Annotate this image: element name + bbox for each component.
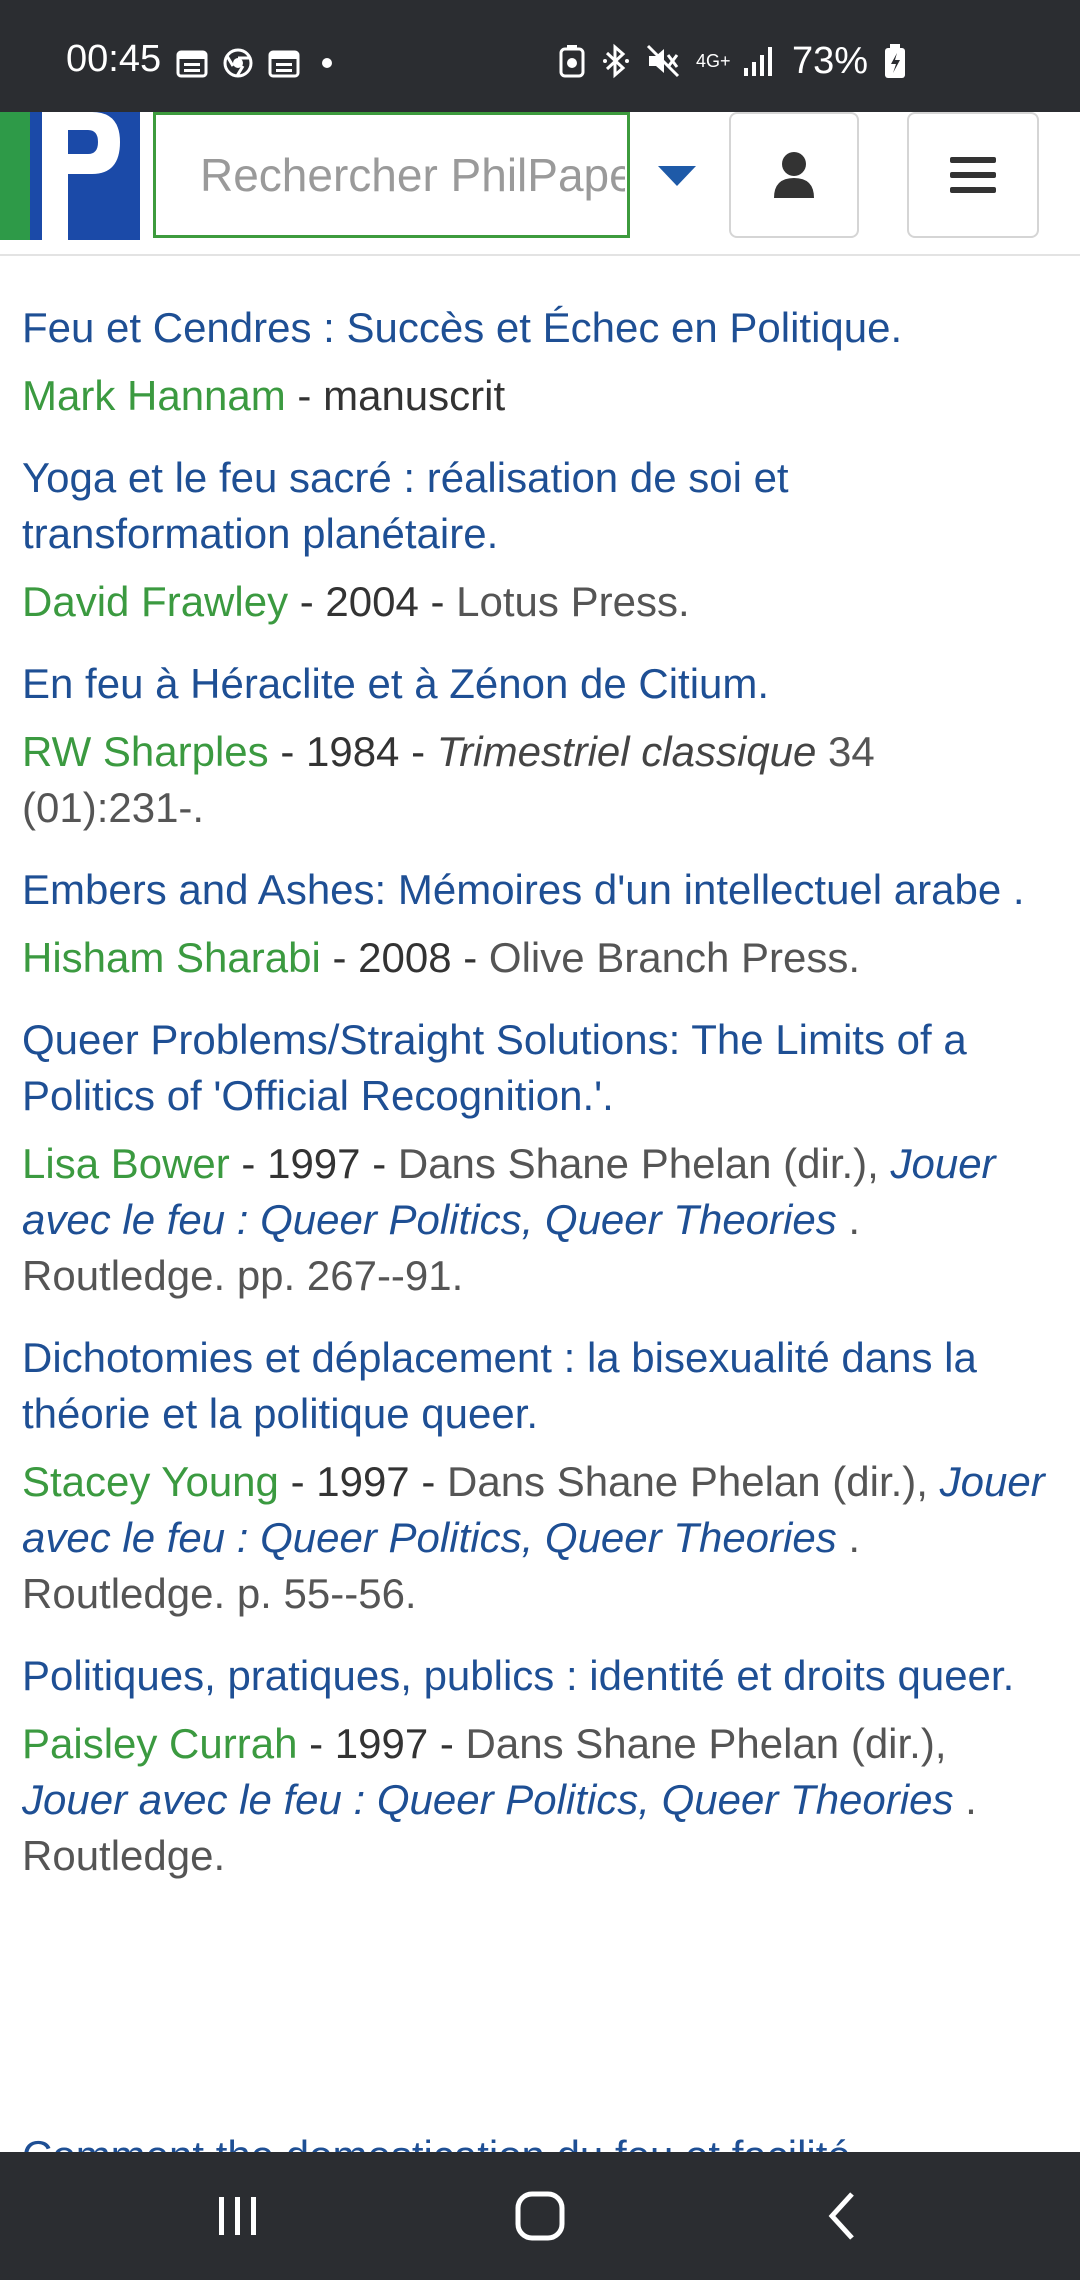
separator: - bbox=[409, 1458, 447, 1505]
result-year: 1997 bbox=[334, 1720, 429, 1767]
result-details: manuscrit bbox=[323, 372, 506, 419]
search-input[interactable] bbox=[198, 147, 627, 203]
notification-dot bbox=[322, 58, 332, 68]
site-header bbox=[0, 112, 1080, 256]
author-link[interactable]: Stacey Young bbox=[22, 1458, 279, 1505]
system-icons: 4G+ 73% bbox=[558, 42, 906, 80]
search-options-dropdown-icon[interactable] bbox=[650, 154, 704, 194]
separator: - bbox=[451, 934, 489, 981]
back-icon bbox=[828, 2192, 854, 2240]
bluetooth-icon bbox=[602, 43, 629, 79]
result-title-link[interactable]: Embers and Ashes: Mémoires d'un intellec… bbox=[22, 862, 1062, 918]
separator: - bbox=[399, 728, 437, 775]
result-title-link[interactable]: Feu et Cendres : Succès et Échec en Poli… bbox=[22, 300, 1062, 356]
result-in-text: Dans Shane Phelan (dir.), bbox=[397, 1140, 891, 1187]
book-title-link[interactable]: Jouer avec le feu : Queer Politics, Quee… bbox=[22, 1776, 953, 1823]
separator: - bbox=[418, 578, 457, 625]
mute-icon bbox=[646, 44, 679, 78]
hamburger-menu-icon bbox=[950, 157, 996, 193]
result-year: 2008 bbox=[358, 934, 452, 981]
author-link[interactable]: RW Sharples bbox=[22, 728, 269, 775]
result-entry: Feu et Cendres : Succès et Échec en Poli… bbox=[22, 300, 1062, 424]
result-meta: RW Sharples - 1984 - Trimestriel classiq… bbox=[22, 724, 1062, 836]
battery-percent: 73% bbox=[791, 40, 868, 82]
recent-apps-button[interactable] bbox=[178, 2152, 298, 2280]
separator: - bbox=[320, 934, 359, 981]
author-link[interactable]: Paisley Currah bbox=[22, 1720, 297, 1767]
back-button[interactable] bbox=[782, 2152, 902, 2280]
status-bar: 00:45 4G+ 73% bbox=[0, 0, 1080, 112]
calendar-icon bbox=[268, 50, 300, 78]
result-entry: Dichotomies et déplacement : la bisexual… bbox=[22, 1330, 1062, 1622]
battery-charging-icon bbox=[885, 44, 905, 78]
result-publisher: Lotus Press. bbox=[456, 578, 690, 625]
result-year: 1997 bbox=[267, 1140, 361, 1187]
result-meta: David Frawley - 2004 - Lotus Press. bbox=[22, 574, 1062, 630]
result-title-link[interactable]: Queer Problems/Straight Solutions: The L… bbox=[22, 1012, 1062, 1124]
result-journal: Trimestriel classique bbox=[436, 728, 817, 775]
result-in-text: Dans Shane Phelan (dir.), bbox=[447, 1458, 940, 1505]
battery-saver-icon bbox=[559, 45, 585, 78]
separator: - bbox=[229, 1140, 268, 1187]
search-results-list: Feu et Cendres : Succès et Échec en Poli… bbox=[22, 300, 1062, 1910]
separator: - bbox=[268, 728, 306, 775]
result-entry: Embers and Ashes: Mémoires d'un intellec… bbox=[22, 862, 1062, 986]
result-entry: Queer Problems/Straight Solutions: The L… bbox=[22, 1012, 1062, 1304]
result-year: 1997 bbox=[316, 1458, 410, 1505]
separator: - bbox=[285, 372, 324, 419]
main-menu-button[interactable] bbox=[907, 112, 1039, 238]
separator: - bbox=[360, 1140, 398, 1187]
result-publisher: Olive Branch Press. bbox=[488, 934, 861, 981]
separator: - bbox=[278, 1458, 317, 1505]
separator: - bbox=[428, 1720, 466, 1767]
search-field[interactable] bbox=[153, 112, 630, 238]
result-title-link[interactable]: Yoga et le feu sacré : réalisation de so… bbox=[22, 450, 1062, 562]
separator: - bbox=[288, 578, 326, 625]
result-entry: Politiques, pratiques, publics : identit… bbox=[22, 1648, 1062, 1884]
home-icon bbox=[515, 2191, 565, 2241]
result-year: 2004 bbox=[325, 578, 419, 625]
author-link[interactable]: Lisa Bower bbox=[22, 1140, 230, 1187]
signal-icon bbox=[743, 47, 772, 76]
result-title-link[interactable]: Dichotomies et déplacement : la bisexual… bbox=[22, 1330, 1062, 1442]
user-account-button[interactable] bbox=[729, 112, 859, 238]
user-icon bbox=[774, 152, 814, 198]
separator: - bbox=[297, 1720, 335, 1767]
result-meta: Hisham Sharabi - 2008 - Olive Branch Pre… bbox=[22, 930, 1062, 986]
result-title-link[interactable]: En feu à Héraclite et à Zénon de Citium. bbox=[22, 656, 1062, 712]
notification-icons bbox=[176, 48, 332, 78]
author-link[interactable]: David Frawley bbox=[22, 578, 288, 625]
result-title-link[interactable]: Politiques, pratiques, publics : identit… bbox=[22, 1648, 1062, 1704]
result-entry: Yoga et le feu sacré : réalisation de so… bbox=[22, 450, 1062, 630]
result-meta: Lisa Bower - 1997 - Dans Shane Phelan (d… bbox=[22, 1136, 1062, 1304]
system-navigation-bar bbox=[0, 2152, 1080, 2280]
result-year: 1984 bbox=[305, 728, 400, 775]
chrome-icon bbox=[223, 48, 253, 78]
result-entry: En feu à Héraclite et à Zénon de Citium.… bbox=[22, 656, 1062, 836]
result-in-text: Dans Shane Phelan (dir.), bbox=[465, 1720, 947, 1767]
author-link[interactable]: Mark Hannam bbox=[22, 372, 286, 419]
status-time: 00:45 bbox=[66, 38, 162, 80]
author-link[interactable]: Hisham Sharabi bbox=[22, 934, 321, 981]
result-meta: Paisley Currah - 1997 - Dans Shane Phela… bbox=[22, 1716, 1062, 1884]
result-meta: Mark Hannam - manuscrit bbox=[22, 368, 1062, 424]
network-type: 4G+ bbox=[695, 51, 731, 71]
result-meta: Stacey Young - 1997 - Dans Shane Phelan … bbox=[22, 1454, 1062, 1622]
recent-apps-icon bbox=[219, 2197, 256, 2235]
philpapers-logo[interactable] bbox=[0, 112, 140, 240]
calendar-icon bbox=[176, 50, 208, 78]
home-button[interactable] bbox=[480, 2152, 600, 2280]
